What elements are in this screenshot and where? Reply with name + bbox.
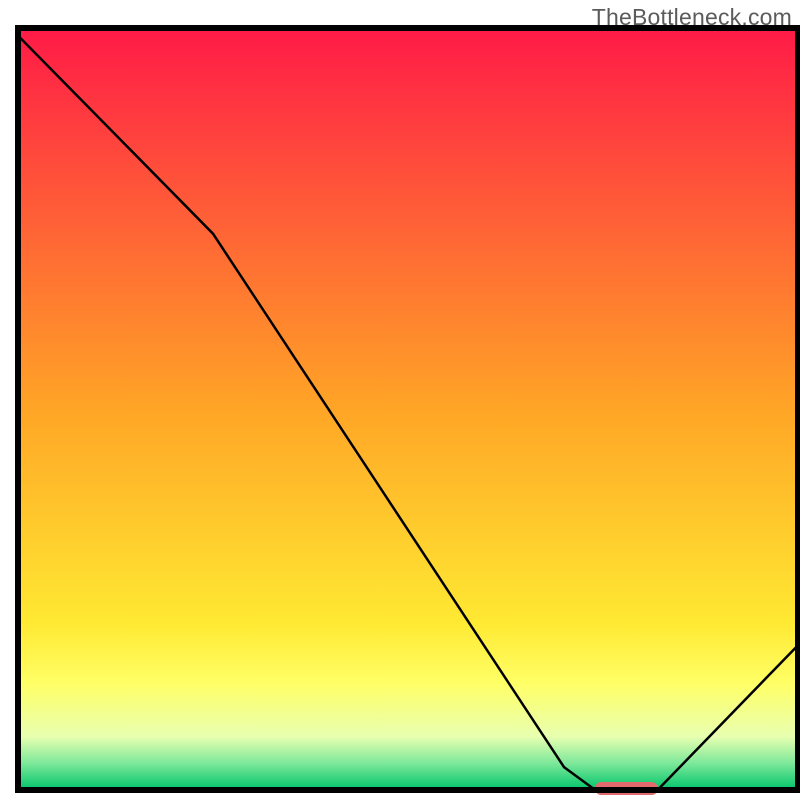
- watermark-text: TheBottleneck.com: [592, 4, 792, 31]
- plot-background: [18, 28, 798, 790]
- bottleneck-chart: [0, 0, 800, 800]
- chart-container: { "watermark": "TheBottleneck.com", "cha…: [0, 0, 800, 800]
